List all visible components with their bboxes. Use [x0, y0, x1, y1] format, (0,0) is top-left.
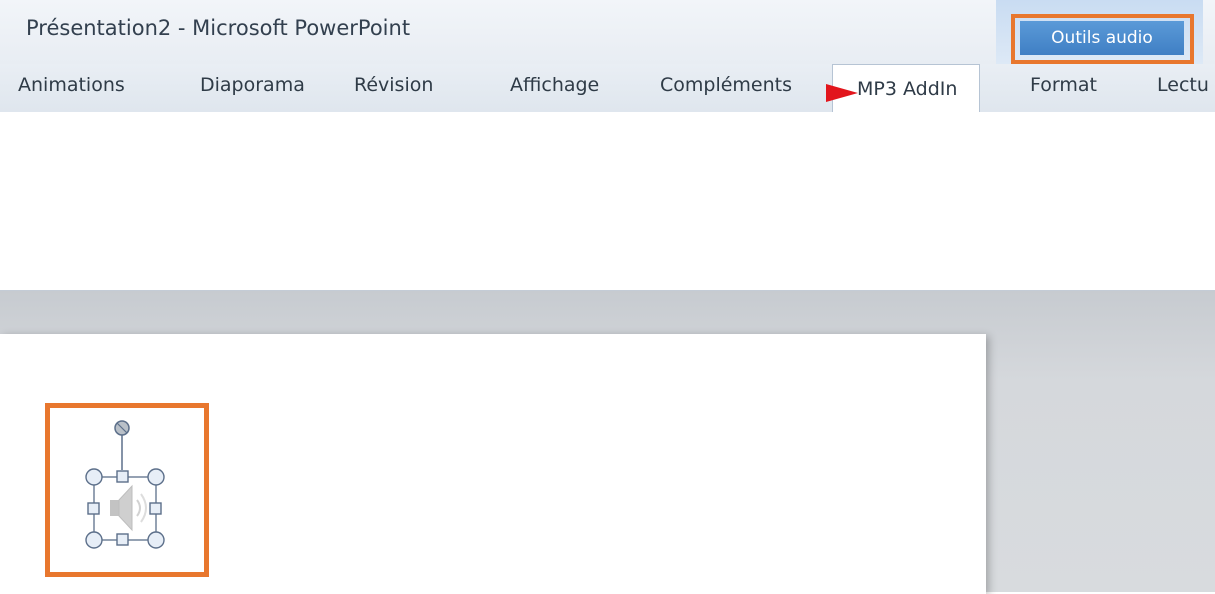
red-pointer-icon — [826, 84, 858, 102]
ribbon-panel — [0, 112, 1215, 291]
speaker-icon — [110, 484, 147, 532]
window-title: Présentation2 - Microsoft PowerPoint — [26, 16, 411, 40]
context-tab-highlight — [1011, 14, 1194, 64]
tab-diaporama[interactable]: Diaporama — [200, 74, 305, 96]
tab-affichage[interactable]: Affichage — [510, 74, 599, 96]
audio-object[interactable] — [80, 416, 170, 556]
tab-complements[interactable]: Compléments — [660, 74, 792, 96]
tab-revision[interactable]: Révision — [354, 74, 433, 96]
tab-lecture[interactable]: Lectu — [1157, 74, 1209, 96]
tab-format[interactable]: Format — [1030, 74, 1097, 96]
tab-animations[interactable]: Animations — [18, 74, 125, 96]
